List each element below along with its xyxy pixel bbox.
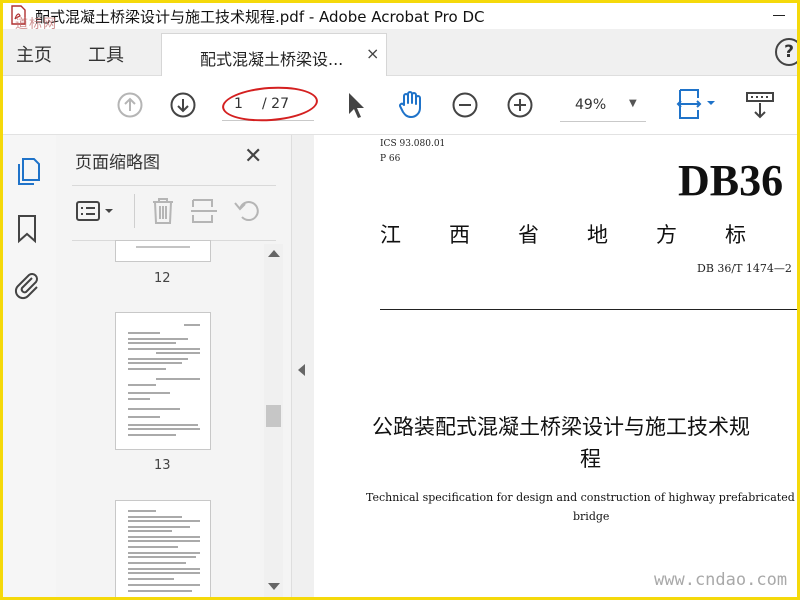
doc-standard-type: 江西省地方标 (380, 219, 794, 249)
doc-title-line1: 公路装配式混凝土桥梁设计与施工技术规 (372, 415, 750, 439)
page-thumbnail[interactable] (116, 241, 210, 261)
doc-rule (380, 309, 797, 310)
rotate-icon[interactable] (232, 197, 262, 225)
page-thumbnail[interactable] (116, 501, 210, 597)
doc-standard-number: DB 36/T 1474—2 (697, 262, 792, 275)
insert-page-icon[interactable] (190, 197, 218, 225)
doc-standard-char: 省 (518, 223, 587, 247)
doc-standard-char: 西 (449, 223, 518, 247)
thumbnail-label: 12 (154, 271, 171, 286)
options-menu-icon[interactable] (75, 199, 119, 225)
close-icon[interactable]: ✕ (244, 144, 262, 169)
doc-standard-char: 方 (656, 223, 725, 247)
page-preview (128, 324, 200, 436)
hand-tool-icon[interactable] (396, 89, 426, 119)
help-icon[interactable]: ? (775, 38, 800, 66)
doc-standard-char: 江 (380, 223, 449, 247)
previous-page-icon[interactable] (116, 91, 144, 119)
page-thumbnail[interactable] (116, 313, 210, 449)
page-preview (128, 510, 200, 592)
tab-close-icon[interactable]: × (366, 44, 379, 63)
zoom-out-icon[interactable] (451, 91, 479, 119)
divider (134, 194, 135, 228)
thumbnail-label: 13 (154, 458, 171, 473)
doc-title-line2: 程 (580, 447, 601, 471)
document-view[interactable]: ICS 93.080.01 P 66 DB36 江西省地方标 DB 36/T 1… (314, 135, 797, 597)
nav-home[interactable]: 主页 (16, 41, 52, 67)
left-navigation-rail (3, 135, 57, 597)
doc-english-title-line1: Technical specification for design and c… (366, 491, 797, 504)
zoom-in-icon[interactable] (506, 91, 534, 119)
watermark-bottom-right: www.cndao.com (654, 570, 788, 590)
doc-standard-char: 标 (725, 223, 794, 247)
page-thumbnails-icon[interactable] (14, 156, 42, 186)
doc-ics-code: ICS 93.080.01 (380, 139, 446, 149)
fit-page-icon[interactable] (676, 88, 720, 122)
panel-title: 页面缩略图 (75, 153, 160, 173)
divider (72, 185, 276, 186)
scroll-down-arrow-icon[interactable] (268, 583, 280, 590)
trash-icon[interactable] (150, 197, 176, 225)
zoom-value: 49% (575, 97, 607, 113)
bookmark-icon[interactable] (16, 214, 38, 244)
tab-bar: 主页 工具 配式混凝土桥梁设... × ? (3, 29, 800, 76)
window-title: 配式混凝土桥梁设计与施工技术规程.pdf - Adobe Acrobat Pro… (35, 8, 485, 26)
chevron-down-icon: ▼ (629, 98, 637, 109)
scroll-up-arrow-icon[interactable] (268, 250, 280, 257)
tab-document-label: 配式混凝土桥梁设... (200, 50, 344, 69)
next-page-icon[interactable] (169, 91, 197, 119)
attachment-icon[interactable] (12, 270, 42, 300)
tab-document[interactable]: 配式混凝土桥梁设... × (161, 33, 387, 76)
select-cursor-icon[interactable] (345, 90, 367, 120)
watermark-top-left: 道标网 (15, 17, 58, 32)
scroll-mode-icon[interactable] (744, 90, 776, 122)
page-preview (136, 246, 190, 248)
scrollbar-thumb[interactable] (266, 405, 281, 427)
doc-classification: P 66 (380, 154, 401, 164)
minimize-button[interactable] (769, 3, 793, 27)
doc-english-title-line2: bridge (573, 510, 610, 523)
nav-tools[interactable]: 工具 (88, 41, 124, 67)
doc-standard-code: DB36 (678, 156, 784, 205)
title-bar: 配式混凝土桥梁设计与施工技术规程.pdf - Adobe Acrobat Pro… (3, 3, 797, 29)
collapse-panel-icon[interactable] (298, 364, 305, 376)
doc-standard-char: 地 (587, 223, 656, 247)
